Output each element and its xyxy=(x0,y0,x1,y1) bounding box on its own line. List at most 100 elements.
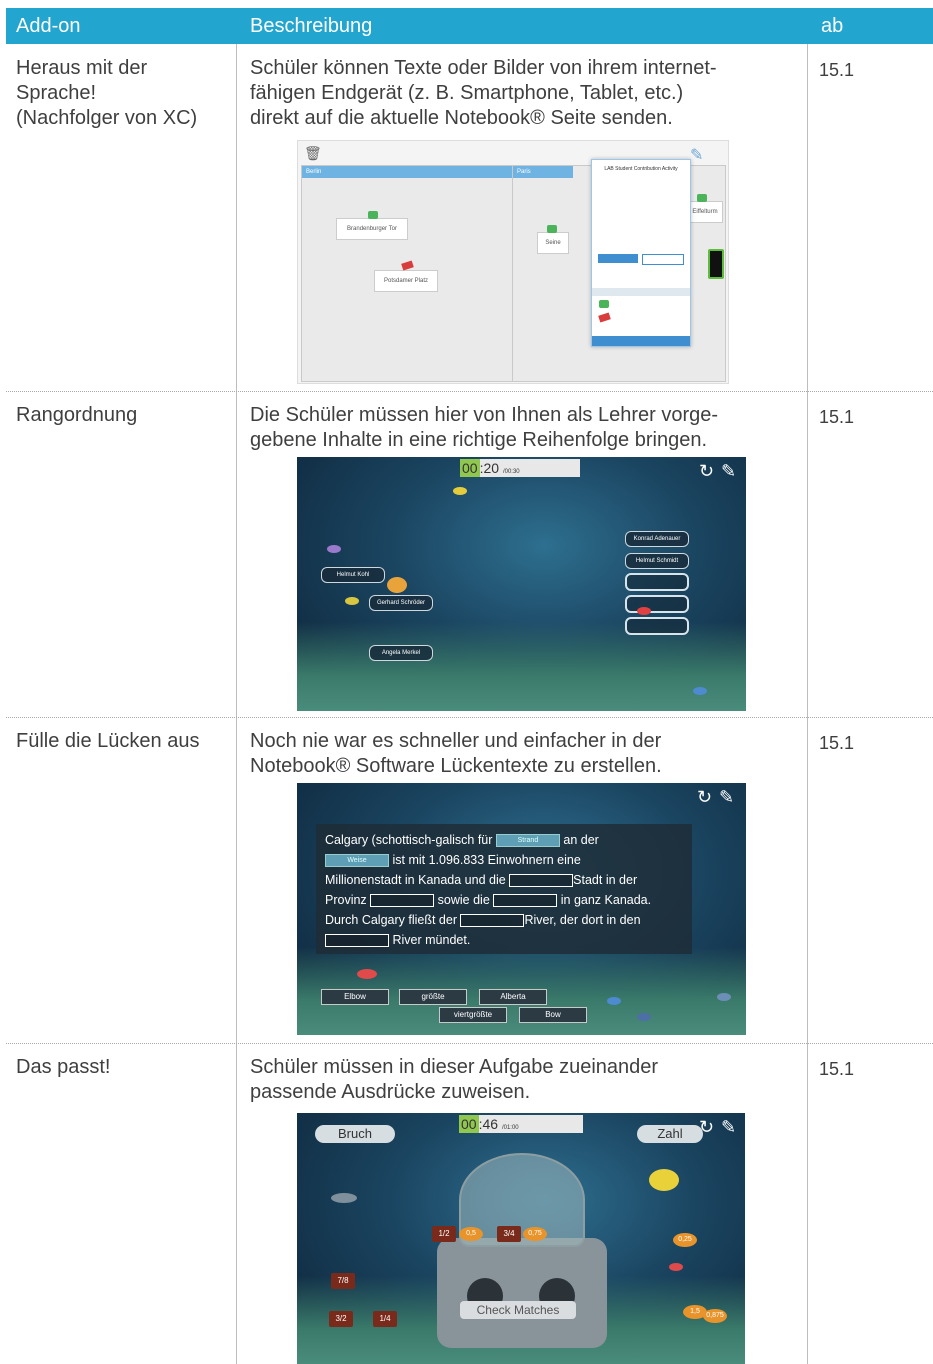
reload-icon[interactable]: ↻ xyxy=(697,787,712,808)
header-since: ab xyxy=(821,15,844,37)
fraction-tile[interactable]: 1/4 xyxy=(373,1311,397,1327)
number-fish[interactable]: 0,25 xyxy=(673,1233,697,1247)
fraction-tile[interactable]: 7/8 xyxy=(331,1273,355,1289)
pencil-icon[interactable]: ✎ xyxy=(719,787,734,808)
green-tag-icon xyxy=(547,225,557,233)
ranking-slot-empty[interactable] xyxy=(625,573,689,591)
row-4-description: Schüler müssen in dieser Aufgabe zueinan… xyxy=(250,1055,810,1105)
row-divider xyxy=(6,1043,933,1044)
fish-icon xyxy=(331,1193,357,1203)
cloze-gap[interactable] xyxy=(493,894,558,908)
timer-seconds: :20 xyxy=(479,460,500,476)
cloze-text-part: in ganz Kanada. xyxy=(560,893,652,907)
row-2-desc-line: Die Schüler müssen hier von Ihnen als Le… xyxy=(250,404,719,426)
machine-base xyxy=(437,1238,607,1348)
ranking-slot-empty[interactable] xyxy=(625,595,689,613)
row-1-description: Schüler können Texte oder Bilder von ihr… xyxy=(250,56,810,131)
check-matches-button[interactable]: Check Matches xyxy=(460,1301,576,1319)
number-fish[interactable]: 0,875 xyxy=(703,1309,727,1323)
pencil-icon[interactable]: ✎ xyxy=(721,461,736,482)
trash-icon: 🗑 xyxy=(304,145,322,161)
row-3-version: 15.1 xyxy=(819,733,855,753)
cloze-gap[interactable] xyxy=(509,874,574,888)
row-divider xyxy=(6,717,933,718)
column-divider xyxy=(807,44,808,1364)
row-2-description: Die Schüler müssen hier von Ihnen als Le… xyxy=(250,403,810,453)
cloze-gap[interactable] xyxy=(325,934,389,948)
cloze-text-part: River mündet. xyxy=(392,933,471,947)
pencil-icon[interactable]: ✎ xyxy=(721,1117,736,1138)
row-1-version: 15.1 xyxy=(819,60,855,80)
row-1-desc-line: fähigen Endgerät (z. B. Smartphone, Tabl… xyxy=(250,82,684,104)
fraction-tile[interactable]: 3/2 xyxy=(329,1311,353,1327)
cloze-text-part: Provinz xyxy=(325,893,367,907)
row-1-name: Heraus mit der Sprache! (Nachfolger von … xyxy=(16,56,236,131)
cloze-gap-filled[interactable]: Strand xyxy=(495,834,560,848)
pane-left-title: Berlin xyxy=(302,166,512,178)
timer: 00:46 /01:00 xyxy=(459,1115,583,1133)
answer-chip[interactable]: Elbow xyxy=(321,989,389,1005)
screenshot-matching: Bruch Zahl 00:46 /01:00 ↻ ✎ 1/2 0,5 3/4 … xyxy=(297,1113,745,1364)
green-tag-icon xyxy=(599,300,609,308)
fish-icon xyxy=(607,997,621,1005)
fraction-tile[interactable]: 1/2 xyxy=(432,1226,456,1242)
answer-chip[interactable]: Bow xyxy=(519,1007,587,1023)
seafloor xyxy=(297,622,746,711)
row-1-name-line: Heraus mit der xyxy=(16,57,148,79)
fish-icon xyxy=(669,1263,683,1271)
ranking-item[interactable]: Gerhard Schröder xyxy=(369,595,433,611)
dialog-footer xyxy=(592,336,690,346)
row-1-name-line: (Nachfolger von XC) xyxy=(16,107,198,129)
timer-minutes: 00 xyxy=(459,1115,479,1133)
cloze-text-part: sowie die xyxy=(437,893,490,907)
ranking-item[interactable]: Angela Merkel xyxy=(369,645,433,661)
fish-icon xyxy=(637,1013,651,1021)
row-1-desc-line: Schüler können Texte oder Bilder von ihr… xyxy=(250,57,717,79)
ranking-item[interactable]: Helmut Kohl xyxy=(321,567,385,583)
cloze-gap-filled[interactable]: Weise xyxy=(325,854,389,868)
answer-chip[interactable]: viertgrößte xyxy=(439,1007,507,1023)
fish-icon xyxy=(327,545,341,553)
row-3-name: Fülle die Lücken aus xyxy=(16,730,200,752)
card: Potsdamer Platz xyxy=(374,270,438,292)
table-header: Add-on Beschreibung ab xyxy=(6,8,933,44)
answer-chip[interactable]: Alberta xyxy=(479,989,547,1005)
timer-total: /01:00 xyxy=(501,1125,519,1131)
reload-icon[interactable]: ↻ xyxy=(699,1117,714,1138)
row-4-name: Das passt! xyxy=(16,1056,111,1078)
cloze-gap[interactable] xyxy=(370,894,435,908)
row-4-version: 15.1 xyxy=(819,1059,855,1079)
row-1-desc-line: direkt auf die aktuelle Notebook® Seite … xyxy=(250,107,673,129)
green-tag-icon xyxy=(368,211,378,219)
cloze-text: Calgary (schottisch-galisch für Strand a… xyxy=(325,830,685,950)
cloze-gap[interactable] xyxy=(460,914,525,928)
fish-icon xyxy=(637,607,651,615)
reload-icon[interactable]: ↻ xyxy=(699,461,714,482)
answer-chip[interactable]: größte xyxy=(399,989,467,1005)
fish-icon xyxy=(649,1169,679,1191)
pane-left: Berlin Brandenburger Tor Potsdamer Platz xyxy=(301,165,513,382)
dialog-list-header xyxy=(592,288,690,296)
row-1-name-line: Sprache! xyxy=(16,82,97,104)
ranking-slot-filled[interactable]: Helmut Schmidt xyxy=(625,553,689,569)
screenshot-fill-in-blanks: ↻ ✎ Calgary (schottisch-galisch für Stra… xyxy=(297,783,746,1035)
fish-icon xyxy=(693,687,707,695)
row-4-desc-line: passende Ausdrücke zuweisen. xyxy=(250,1081,531,1103)
number-fish[interactable]: 0,5 xyxy=(459,1227,483,1241)
cloze-text-part: Calgary (schottisch-galisch für xyxy=(325,833,493,847)
contribution-dialog: LAB Student Contribution Activity xyxy=(591,159,691,347)
card: Brandenburger Tor xyxy=(336,218,408,240)
fraction-tile[interactable]: 3/4 xyxy=(497,1226,521,1242)
phone-icon xyxy=(708,249,724,279)
cloze-text-part: Millionenstadt in Kanada und die xyxy=(325,873,506,887)
cloze-text-part: an der xyxy=(563,833,599,847)
ranking-slot-filled[interactable]: Konrad Adenauer xyxy=(625,531,689,547)
column-divider xyxy=(236,44,237,1364)
fish-icon xyxy=(387,577,407,593)
number-fish[interactable]: 0,75 xyxy=(523,1227,547,1241)
ranking-slot-empty[interactable] xyxy=(625,617,689,635)
red-tag-icon xyxy=(598,312,611,323)
fish-icon xyxy=(345,597,359,605)
cloze-panel: Calgary (schottisch-galisch für Strand a… xyxy=(316,824,692,954)
row-2-version: 15.1 xyxy=(819,407,855,427)
